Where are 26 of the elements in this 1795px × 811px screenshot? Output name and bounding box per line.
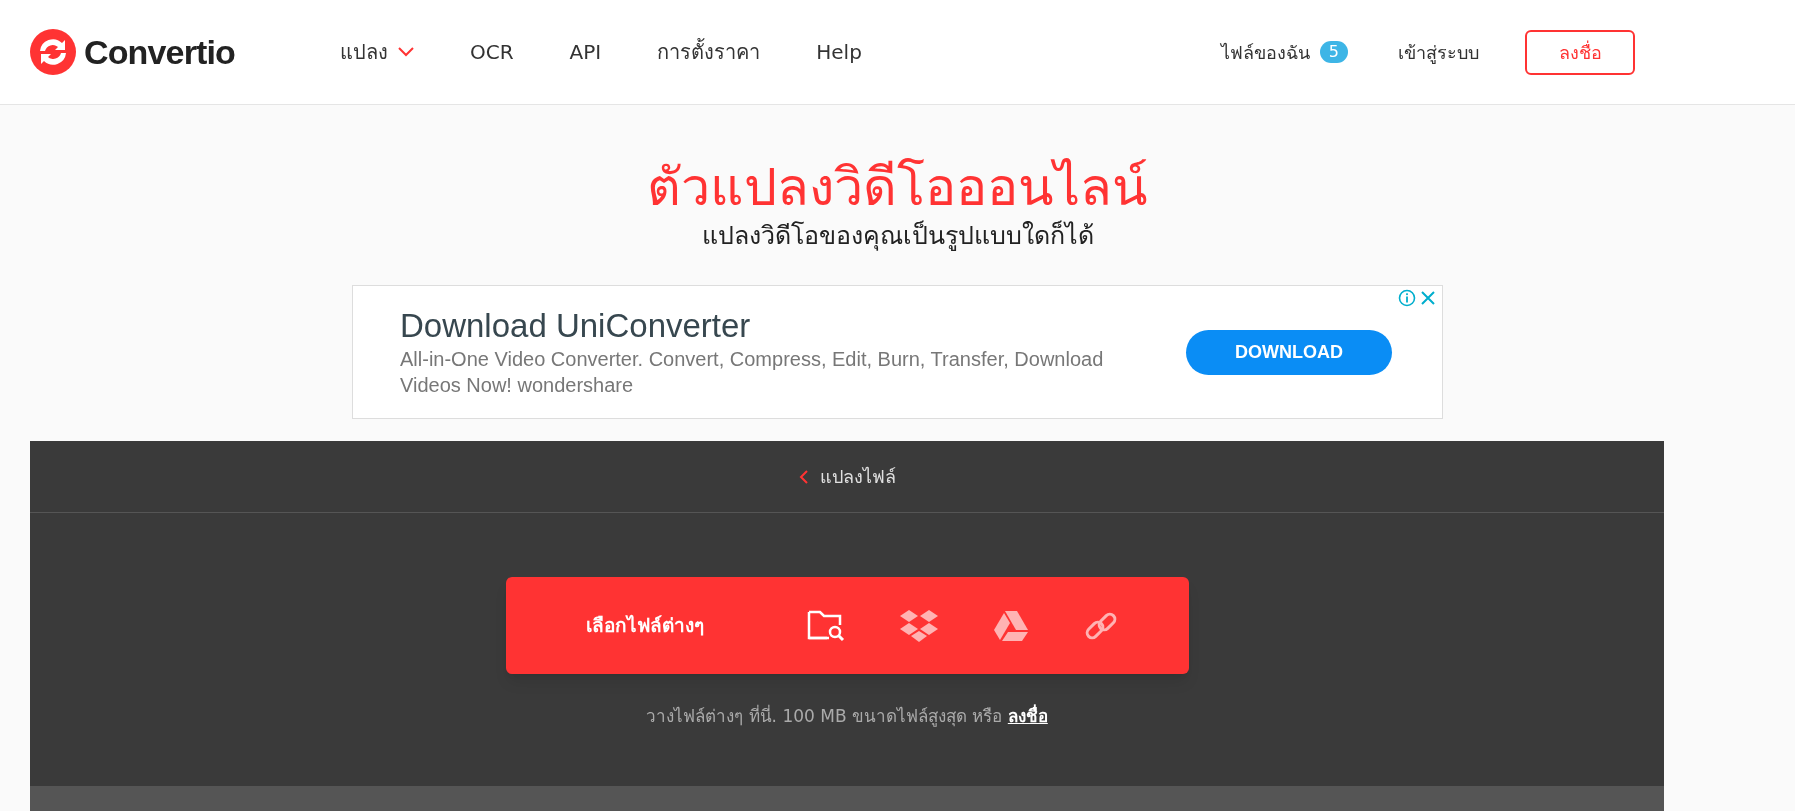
signup-button[interactable]: ลงชื่อ [1525,29,1635,75]
close-icon[interactable] [1420,290,1436,306]
back-link[interactable]: แปลงไฟล์ [798,463,896,490]
page-subtitle: แปลงวิดีโอของคุณเป็นรูปแบบใดก็ได้ [701,219,1094,253]
chevron-left-icon [798,469,808,484]
choose-files-button[interactable]: เลือกไฟล์ต่างๆ [585,611,704,640]
dropbox-icon[interactable] [898,608,939,643]
my-files-link[interactable]: ไฟล์ของฉัน 5 [1220,38,1348,66]
folder-search-icon[interactable] [806,608,845,643]
ad-title[interactable]: Download UniConverter [400,306,1146,346]
login-link[interactable]: เข้าสู่ระบบ [1398,38,1479,66]
nav-link[interactable]: การตั้งราคา [657,37,761,67]
file-count-badge: 5 [1319,41,1348,63]
upload-hint: วางไฟล์ต่างๆ ที่นี่. 100 MB ขนาดไฟล์สูงสุด หรือ ลงชื่อ [646,704,1048,729]
nav-link[interactable]: API [569,37,602,67]
drive-icon[interactable] [992,609,1029,642]
signup-link[interactable]: ลงชื่อ [1007,706,1048,726]
logo-text[interactable]: Convertio [84,26,236,78]
ad-text: All-in-One Video Converter. Convert, Compress, Edit, Burn, Transfer, Download Videos Now! wondershare [400,347,1105,398]
info-icon[interactable] [1398,289,1416,307]
nav-link[interactable]: แปลง [340,37,414,67]
chevron-down-icon [398,47,414,57]
nav-link[interactable]: Help [816,37,862,67]
nav-link[interactable]: OCR [470,37,514,67]
page-title: ตัวแปลงวิดีโอออนไลน์ [647,156,1148,219]
logo-icon [30,29,76,75]
